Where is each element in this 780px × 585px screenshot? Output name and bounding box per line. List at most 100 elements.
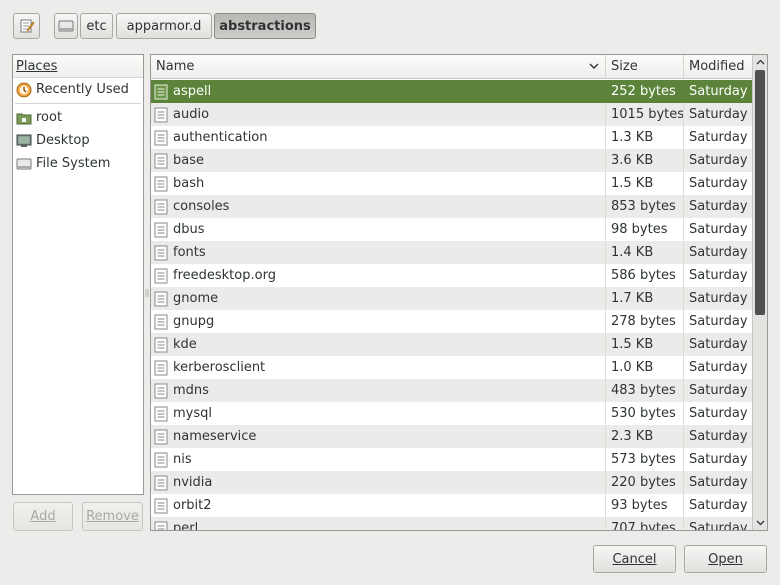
root-drive-button[interactable] [54,13,78,39]
file-modified: Saturday [689,153,748,168]
file-size-cell: 573 bytes [606,448,684,471]
file-row[interactable]: audio 1015 bytes Saturday [151,103,753,126]
file-modified-cell: Saturday [684,172,753,195]
file-size: 1.0 KB [611,360,654,375]
file-size-cell: 483 bytes [606,379,684,402]
file-size-cell: 2.3 KB [606,425,684,448]
place-file-system[interactable]: File System [13,152,143,175]
file-row[interactable]: base 3.6 KB Saturday [151,149,753,172]
file-size-cell: 3.6 KB [606,149,684,172]
file-row[interactable]: dbus 98 bytes Saturday [151,218,753,241]
column-modified-header[interactable]: Modified [684,55,753,78]
text-file-icon [154,130,168,145]
sort-descending-icon [589,63,599,69]
file-row[interactable]: nvidia 220 bytes Saturday [151,471,753,494]
file-modified: Saturday [689,360,748,375]
file-name: base [173,153,204,168]
place-desktop[interactable]: Desktop [13,129,143,152]
file-name-cell: perl [151,517,606,530]
file-size-cell: 853 bytes [606,195,684,218]
file-name-cell: fonts [151,241,606,264]
file-name-cell: orbit2 [151,494,606,517]
scrollbar-thumb[interactable] [755,70,765,315]
file-row[interactable]: kde 1.5 KB Saturday [151,333,753,356]
pane-resize-handle[interactable] [145,287,149,297]
add-label: Add [30,509,56,524]
file-name: authentication [173,130,268,145]
file-name: nvidia [173,475,213,490]
file-row[interactable]: mysql 530 bytes Saturday [151,402,753,425]
file-name: bash [173,176,205,191]
file-row[interactable]: perl 707 bytes Saturday [151,517,753,530]
column-name-header[interactable]: Name [151,55,606,78]
text-file-icon [154,314,168,329]
file-size: 483 bytes [611,383,676,398]
file-modified: Saturday [689,84,748,99]
file-size-cell: 530 bytes [606,402,684,425]
file-modified: Saturday [689,291,748,306]
file-size: 1.5 KB [611,337,654,352]
place-root[interactable]: root [13,106,143,129]
file-name-cell: aspell [151,80,606,103]
file-row[interactable]: gnupg 278 bytes Saturday [151,310,753,333]
file-name-cell: dbus [151,218,606,241]
places-pane[interactable]: Places Recently Used root Desktop File S… [12,54,144,495]
file-row[interactable]: bash 1.5 KB Saturday [151,172,753,195]
cancel-button[interactable]: Cancel [593,545,676,573]
text-file-icon [154,291,168,306]
recent-icon [16,82,32,97]
file-row[interactable]: nameservice 2.3 KB Saturday [151,425,753,448]
file-modified-cell: Saturday [684,402,753,425]
file-size: 2.3 KB [611,429,654,444]
home-folder-icon [16,113,32,124]
file-rows: aspell 252 bytes Saturday audio 1015 bytes Sa… [151,80,753,530]
text-file-icon [154,199,168,214]
text-file-icon [154,406,168,421]
file-row[interactable]: fonts 1.4 KB Saturday [151,241,753,264]
crumb-etc[interactable]: etc [80,13,113,39]
vertical-scrollbar[interactable] [752,55,767,530]
open-button[interactable]: Open [684,545,767,573]
file-row[interactable]: mdns 483 bytes Saturday [151,379,753,402]
column-size-header[interactable]: Size [606,55,684,78]
file-size: 586 bytes [611,268,676,283]
file-row[interactable]: kerberosclient 1.0 KB Saturday [151,356,753,379]
pencil-note-icon [20,19,34,33]
file-row[interactable]: aspell 252 bytes Saturday [151,80,753,103]
desktop-icon [16,134,32,147]
crumb-apparmor[interactable]: apparmor.d [116,13,212,39]
scroll-down-icon[interactable] [756,518,765,527]
text-file-icon [154,245,168,260]
file-size: 3.6 KB [611,153,654,168]
text-file-icon [154,475,168,490]
file-row[interactable]: freedesktop.org 586 bytes Saturday [151,264,753,287]
text-file-icon [154,429,168,444]
file-modified: Saturday [689,268,748,283]
file-list-pane[interactable]: Name Size Modified aspell 252 bytes Saturd… [150,54,768,531]
text-file-icon [154,521,168,530]
file-modified-cell: Saturday [684,218,753,241]
file-row[interactable]: nis 573 bytes Saturday [151,448,753,471]
file-size: 1.7 KB [611,291,654,306]
places-header[interactable]: Places [13,55,143,78]
file-size: 530 bytes [611,406,676,421]
file-row[interactable]: authentication 1.3 KB Saturday [151,126,753,149]
file-modified-cell: Saturday [684,264,753,287]
file-modified: Saturday [689,176,748,191]
file-name-cell: bash [151,172,606,195]
file-row[interactable]: orbit2 93 bytes Saturday [151,494,753,517]
remove-bookmark-button[interactable]: Remove [82,502,143,531]
file-modified: Saturday [689,314,748,329]
file-row[interactable]: consoles 853 bytes Saturday [151,195,753,218]
file-row[interactable]: gnome 1.7 KB Saturday [151,287,753,310]
edit-location-button[interactable] [13,13,40,39]
crumb-abstractions[interactable]: abstractions [214,13,316,39]
add-bookmark-button[interactable]: Add [13,502,73,531]
place-recently-used[interactable]: Recently Used [13,78,143,101]
file-size-cell: 1.7 KB [606,287,684,310]
file-size: 98 bytes [611,222,668,237]
file-modified-cell: Saturday [684,241,753,264]
file-name-cell: freedesktop.org [151,264,606,287]
place-label: Desktop [36,133,90,148]
scroll-up-icon[interactable] [756,58,765,67]
